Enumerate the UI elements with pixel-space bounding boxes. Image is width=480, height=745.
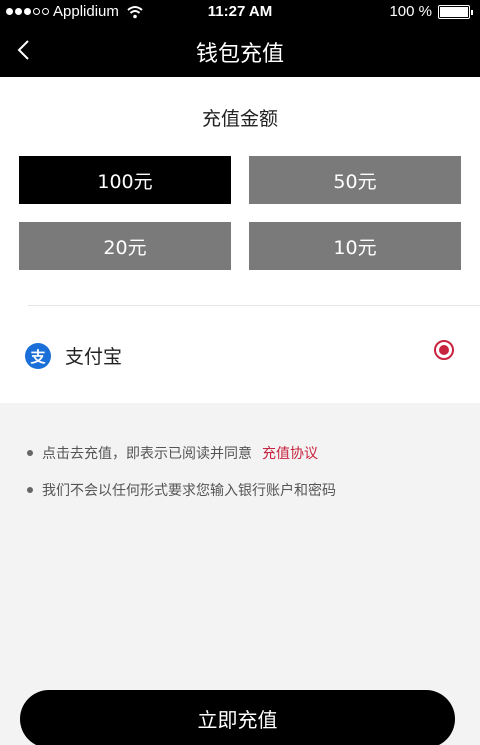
- alipay-icon: 支: [25, 343, 51, 369]
- security-note: 我们不会以任何形式要求您输入银行账户和密码: [27, 480, 336, 500]
- amount-option-10[interactable]: 10元: [249, 222, 461, 270]
- page-title: 钱包充值: [195, 42, 284, 67]
- agreement-note: 点击去充值，即表示已阅读并同意 充值协议: [27, 443, 318, 463]
- status-bar: Applidium 11:27 AM 100 %: [0, 0, 480, 24]
- amount-panel: 充值金额 100元 50元 20元 10元 支 支付宝: [0, 77, 480, 403]
- battery-icon: [438, 4, 473, 19]
- payment-method-label: 支付宝: [65, 346, 123, 368]
- recharge-button[interactable]: 立即充值: [20, 690, 455, 745]
- nav-bar: 钱包充值: [0, 24, 480, 77]
- battery-tip: [471, 9, 473, 15]
- amount-option-50[interactable]: 50元: [249, 156, 461, 204]
- amount-option-100[interactable]: 100元: [19, 156, 231, 204]
- security-text: 我们不会以任何形式要求您输入银行账户和密码: [42, 483, 336, 499]
- battery-percent: 100 %: [389, 3, 432, 20]
- radio-selected-icon[interactable]: [434, 340, 454, 360]
- bullet-icon: [27, 487, 33, 493]
- amount-option-20[interactable]: 20元: [19, 222, 231, 270]
- bullet-icon: [27, 450, 33, 456]
- status-right: 100 %: [389, 3, 473, 20]
- radio-dot: [439, 345, 449, 355]
- payment-method-alipay[interactable]: 支 支付宝: [0, 306, 480, 403]
- battery-fill: [440, 6, 468, 17]
- agreement-link[interactable]: 充值协议: [262, 443, 318, 463]
- agreement-text: 点击去充值，即表示已阅读并同意: [42, 446, 252, 462]
- amount-heading: 充值金额: [201, 108, 278, 130]
